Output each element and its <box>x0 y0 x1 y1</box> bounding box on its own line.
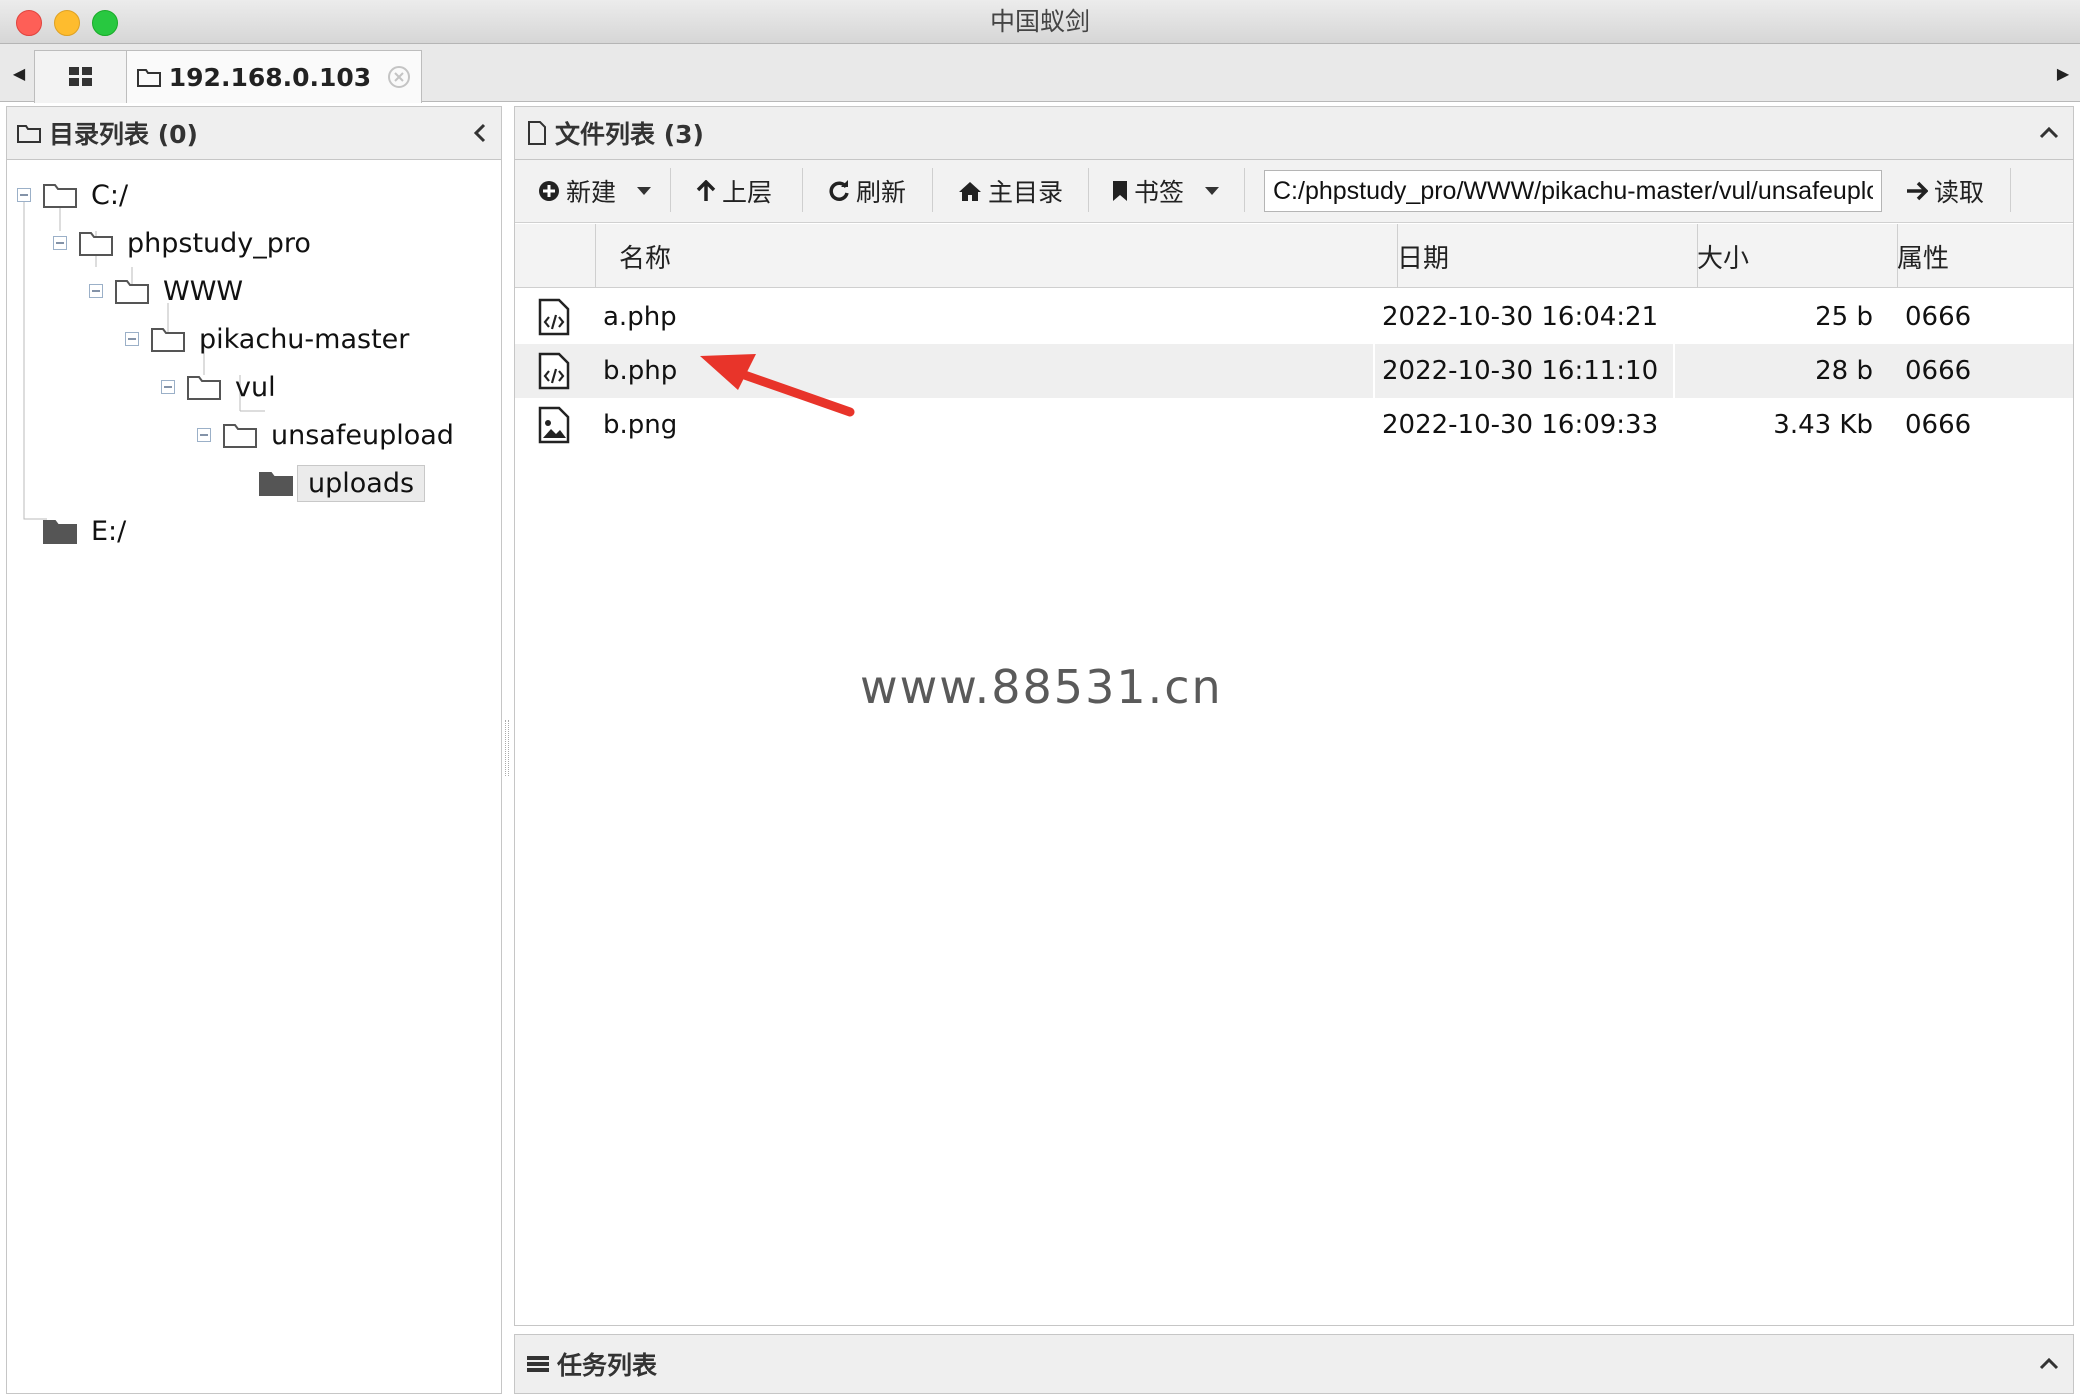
folder-icon <box>115 278 149 304</box>
refresh-button[interactable]: 刷新 <box>828 160 906 222</box>
file-date: 2022-10-30 16:09:33 <box>1382 410 1659 440</box>
file-panel-header: 文件列表 (3) <box>514 106 2074 160</box>
directory-panel-title: 目录列表 (0) <box>49 120 198 149</box>
column-header-name[interactable]: 名称 <box>595 224 1398 288</box>
refresh-icon <box>828 180 850 202</box>
tab-bar: ◀ 192.168.0.103 ▶ <box>0 44 2080 103</box>
collapse-panel-icon[interactable] <box>473 123 487 143</box>
toolbar-separator <box>1244 168 1245 212</box>
code-file-icon <box>537 344 571 398</box>
annotation-arrow <box>700 354 855 417</box>
read-button[interactable]: 读取 <box>1906 160 1984 222</box>
list-icon <box>527 1355 549 1373</box>
tab-scroll-left-button[interactable]: ◀ <box>4 44 34 102</box>
file-date: 2022-10-30 16:04:21 <box>1382 302 1659 332</box>
tree-node-label: unsafeupload <box>271 419 454 451</box>
folder-icon <box>223 422 257 448</box>
toolbar-separator <box>932 168 933 212</box>
plus-circle-icon <box>538 180 560 202</box>
tree-node-label: uploads <box>297 464 426 502</box>
collapse-toggle-icon[interactable] <box>17 188 33 202</box>
toolbar-separator <box>1088 168 1089 212</box>
bookmark-icon <box>1112 180 1128 202</box>
column-header-size[interactable]: 大小 <box>1673 224 1898 288</box>
collapse-toggle-icon[interactable] <box>125 332 141 346</box>
file-size: 3.43 Kb <box>1773 410 1873 440</box>
tree-node-label: pikachu-master <box>199 323 410 355</box>
close-tab-icon[interactable] <box>387 65 411 89</box>
title-bar: 中国蚁剑 <box>0 0 2080 44</box>
tree-node-label: C:/ <box>91 179 129 211</box>
folder-icon <box>43 518 77 544</box>
toolbar-separator <box>670 168 671 212</box>
up-level-button[interactable]: 上层 <box>696 160 772 222</box>
tab-label: 192.168.0.103 <box>168 62 372 92</box>
file-panel-title: 文件列表 (3) <box>555 120 704 149</box>
window-title: 中国蚁剑 <box>989 7 1090 36</box>
code-file-icon <box>537 290 571 344</box>
tree-node[interactable]: uploads <box>233 461 426 505</box>
folder-icon <box>136 67 161 87</box>
collapse-up-icon[interactable] <box>2039 126 2059 140</box>
column-header-icon <box>515 224 596 288</box>
column-header-date[interactable]: 日期 <box>1373 224 1698 288</box>
tree-node-label: E:/ <box>91 515 127 547</box>
folder-icon <box>151 326 185 352</box>
tree-node[interactable]: pikachu-master <box>125 317 409 361</box>
home-button[interactable]: 主目录 <box>958 160 1063 222</box>
arrow-up-icon <box>696 180 716 202</box>
file-size: 25 b <box>1815 302 1873 332</box>
file-date: 2022-10-30 16:11:10 <box>1382 356 1659 386</box>
folder-icon <box>43 182 77 208</box>
tab-scroll-right-button[interactable]: ▶ <box>2048 44 2078 102</box>
tree-node-label: phpstudy_pro <box>127 227 311 259</box>
toolbar-separator <box>2010 168 2011 212</box>
file-name: a.php <box>603 302 677 332</box>
task-panel-header: 任务列表 <box>514 1334 2074 1394</box>
folder-icon <box>79 230 113 256</box>
dropdown-caret-icon[interactable] <box>1204 186 1220 196</box>
column-header-attr[interactable]: 属性 <box>1873 224 2080 288</box>
expand-up-icon[interactable] <box>2039 1357 2059 1371</box>
watermark-text: www.88531.cn <box>860 660 1223 714</box>
tree-node[interactable]: E:/ <box>17 509 126 553</box>
splitter-handle[interactable] <box>505 720 509 776</box>
file-attr: 0666 <box>1905 302 1972 332</box>
folder-icon <box>17 123 41 143</box>
collapse-toggle-icon[interactable] <box>197 428 213 442</box>
file-attr: 0666 <box>1905 356 1972 386</box>
collapse-toggle-icon[interactable] <box>161 380 177 394</box>
home-icon <box>958 180 982 202</box>
tree-node-label: WWW <box>163 275 244 307</box>
bookmark-button[interactable]: 书签 <box>1112 160 1220 222</box>
collapse-toggle-icon[interactable] <box>53 236 69 250</box>
grid-icon <box>69 67 93 87</box>
tree-node[interactable]: unsafeupload <box>197 413 454 457</box>
folder-icon <box>259 470 293 496</box>
toolbar-separator <box>802 168 803 212</box>
directory-panel-header: 目录列表 (0) <box>6 106 502 160</box>
file-icon <box>527 121 547 145</box>
task-panel-title: 任务列表 <box>557 1351 658 1380</box>
file-attr: 0666 <box>1905 410 1972 440</box>
arrow-right-icon <box>1906 181 1928 201</box>
tree-node-label: vul <box>235 371 276 403</box>
tree-node[interactable]: C:/ <box>17 173 128 217</box>
tree-node[interactable]: WWW <box>89 269 243 313</box>
cell-divider <box>1673 344 1675 398</box>
directory-tree: C:/ phpstudy_pro WWW pikachu-master vul unsaf… <box>6 160 502 1394</box>
tree-node[interactable]: phpstudy_pro <box>53 221 311 265</box>
tab-dashboard[interactable] <box>34 50 128 103</box>
dropdown-caret-icon[interactable] <box>636 186 652 196</box>
file-row[interactable]: a.php 2022-10-30 16:04:21 25 b 0666 <box>515 290 2073 344</box>
folder-icon <box>187 374 221 400</box>
new-button[interactable]: 新建 <box>538 160 652 222</box>
path-input[interactable] <box>1264 170 1882 212</box>
tree-node[interactable]: vul <box>161 365 276 409</box>
file-size: 28 b <box>1815 356 1873 386</box>
tab-connection[interactable]: 192.168.0.103 <box>126 50 422 103</box>
image-file-icon <box>537 398 571 452</box>
cell-divider <box>1373 344 1375 398</box>
collapse-toggle-icon[interactable] <box>89 284 105 298</box>
